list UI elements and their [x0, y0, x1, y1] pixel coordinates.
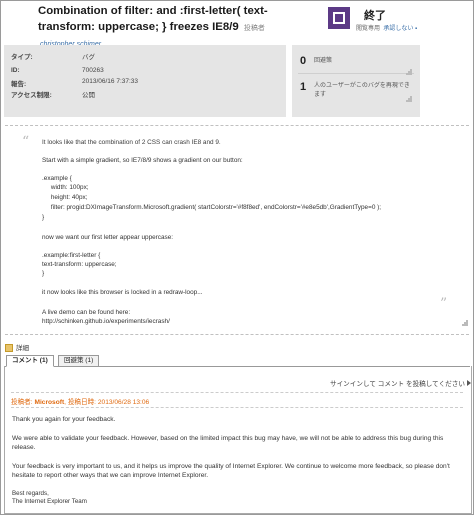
comment-divider [11, 392, 463, 393]
description-line: it now looks like this browser is locked… [42, 289, 203, 296]
status-subtext: 閲覧専用 承認しない ▪ [356, 26, 418, 32]
arrow-right-icon [466, 380, 471, 386]
panel-resize-grip-icon-2 [406, 96, 412, 102]
description-line: filter: progid:DXImageTransform.Microsof… [42, 204, 382, 211]
issue-title-text: Combination of filter: and :first-letter… [38, 5, 268, 33]
info-label-access: アクセス制限: [11, 92, 52, 99]
info-value-id: 700263 [82, 67, 104, 74]
votes-panel: 0 回避策 1 人のユーザーがこのバグを再現できます [292, 45, 420, 117]
description-line: } [42, 270, 45, 277]
comment-divider [11, 407, 463, 408]
signin-prompt[interactable]: サインインして コメント を投稿してください [330, 378, 471, 388]
info-value-reported: 2013/06/16 7:37:33 [82, 78, 139, 85]
description-line: A live demo can be found here: [42, 309, 131, 316]
closed-status-icon [328, 7, 350, 29]
issue-info-panel: タイプ: バグ ID: 700263 報告: 2013/06/16 7:37:3… [4, 45, 286, 117]
comment-paragraph: Thank you again for your feedback. [12, 416, 116, 423]
info-label-reported: 報告: [11, 81, 27, 88]
close-quote-icon: ” [440, 296, 448, 312]
repro-link[interactable]: 人のユーザーがこのバグを再現できます [314, 82, 414, 100]
folder-icon [5, 344, 13, 353]
posted-by-label: 投稿者 [243, 24, 265, 32]
info-value-type: バグ [82, 54, 95, 61]
workaround-link[interactable]: 回避策 [314, 57, 414, 66]
description-bottom-divider [5, 334, 469, 335]
comment-signature: Best regards, The Internet Explorer Team [12, 490, 87, 505]
comment-date: 2013/06/28 13:06 [97, 399, 150, 406]
description-link[interactable]: http://schinken.github.io/experiments/ie… [42, 318, 170, 326]
description-line: .example { [42, 175, 72, 182]
info-value-access: 公開 [82, 92, 95, 99]
votes-divider [298, 73, 414, 74]
description-line: .example:first-letter { [42, 252, 101, 259]
comment-paragraph: We were able to validate your feedback. … [12, 435, 444, 451]
status-link[interactable]: 承認しない [383, 26, 413, 32]
description-resize-grip-icon [462, 320, 468, 326]
description-top-divider [5, 125, 469, 126]
description-line: Start with a simple gradient, so IE7/8/9… [42, 157, 243, 164]
open-quote-icon: “ [22, 134, 30, 150]
repro-count: 1 [300, 81, 307, 93]
description-line: now we want our first letter appear uppe… [42, 234, 174, 241]
description-line: height: 40px; [42, 194, 88, 201]
comment-poster: Microsoft [34, 399, 65, 406]
workaround-count: 0 [300, 55, 307, 67]
info-label-id: ID: [11, 67, 20, 74]
panel-resize-grip-icon [406, 69, 412, 75]
description-line: width: 100px; [42, 184, 89, 191]
comment-paragraph: Your feedback is very important to us, a… [12, 463, 450, 479]
comment-header: 投稿者: Microsoft, 投稿日時: 2013/06/28 13:06 [11, 399, 150, 406]
description-line: } [42, 214, 45, 221]
detail-section-label: 詳細 [5, 342, 29, 353]
info-label-type: タイプ: [11, 54, 33, 61]
description-line: text-transform: uppercase; [42, 261, 117, 268]
status-label: 終了 [364, 10, 386, 22]
description-line: It looks like that the combination of 2 … [42, 139, 221, 146]
